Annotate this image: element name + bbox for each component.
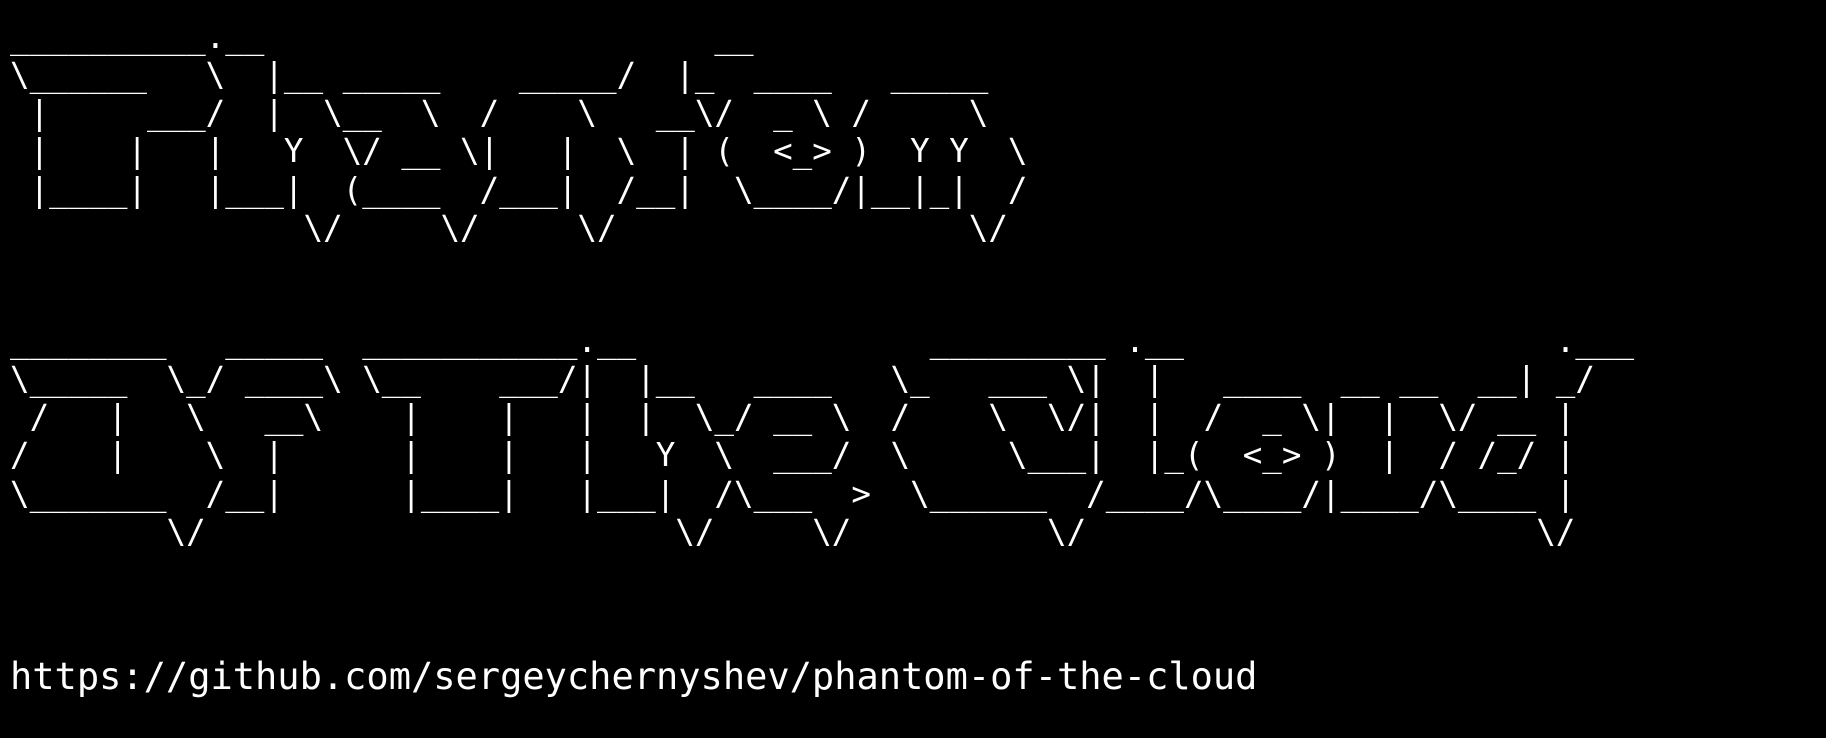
terminal-window[interactable]: __________.__ __ \______ \ |__ _____ ___…: [0, 0, 1826, 738]
repository-url[interactable]: https://github.com/sergeychernyshev/phan…: [10, 652, 1257, 702]
ascii-banner-phantom: __________.__ __ \______ \ |__ _____ ___…: [10, 18, 1028, 247]
ascii-banner-of-the-cloud: ________ _____ ___________.__ _________ …: [10, 322, 1635, 551]
